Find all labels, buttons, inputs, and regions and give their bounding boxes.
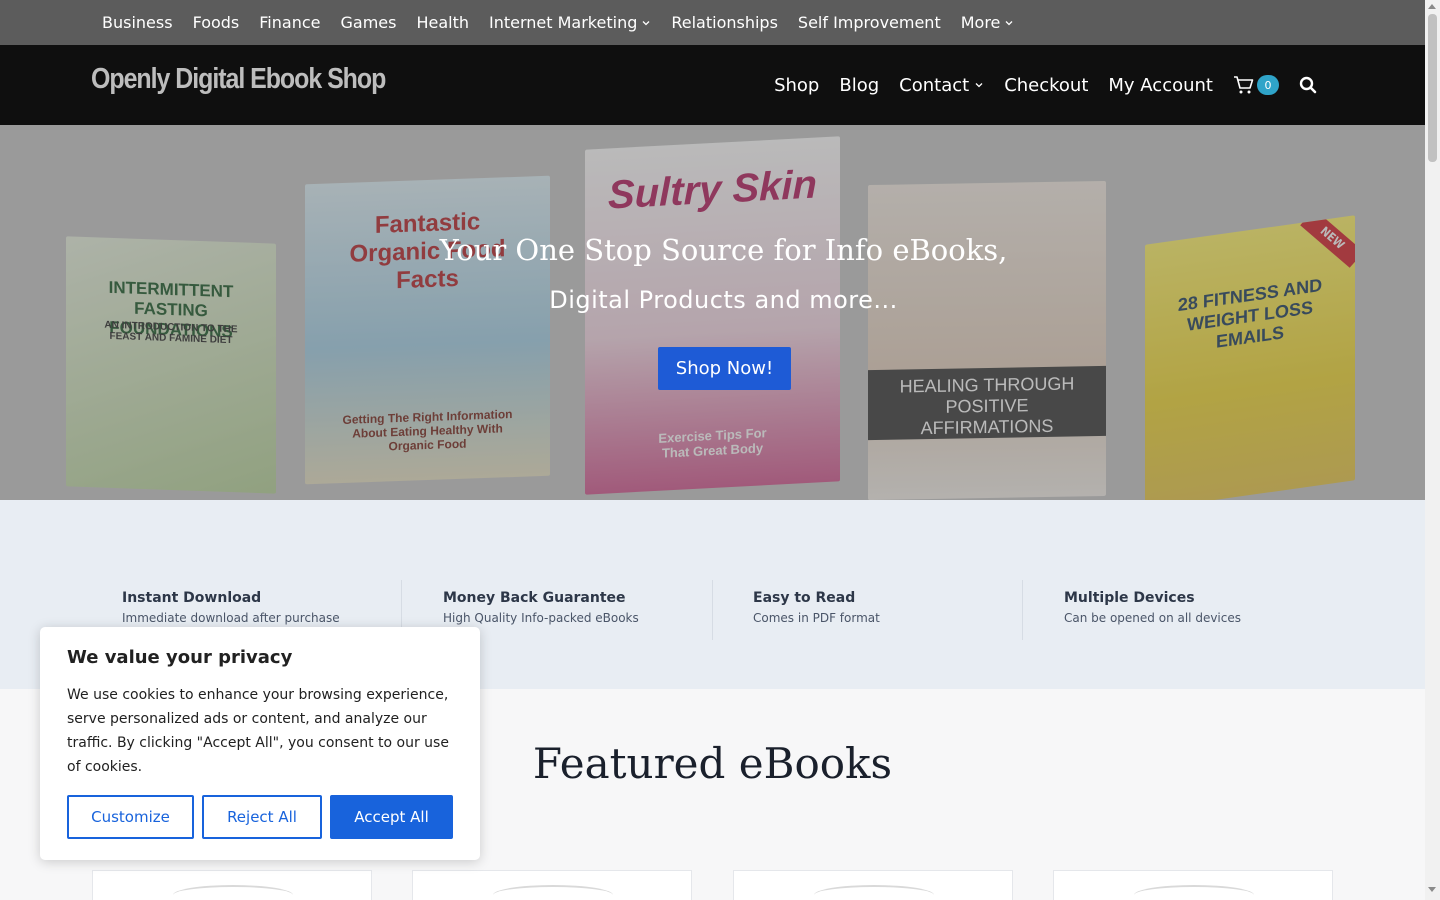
main-nav: Shop Blog Contact Checkout My Account 0 [764, 45, 1327, 125]
site-logo[interactable]: Openly Digital Ebook Shop [91, 63, 386, 96]
nav-checkout[interactable]: Checkout [994, 75, 1098, 96]
chevron-down-icon [1005, 20, 1013, 25]
category-label: Games [340, 13, 397, 32]
chevron-down-icon [975, 83, 983, 88]
nav-label: Shop [774, 74, 820, 96]
feature-easy-to-read: Easy to Read Comes in PDF format [753, 580, 880, 640]
category-foods[interactable]: Foods [183, 13, 250, 32]
feature-desc: Can be opened on all devices [1064, 611, 1241, 625]
nav-label: Blog [839, 74, 880, 96]
book-thumbnail [173, 885, 293, 900]
hero-title: Your One Stop Source for Info eBooks, [439, 233, 1008, 267]
feature-title: Instant Download [122, 590, 262, 606]
cart-button[interactable]: 0 [1223, 75, 1289, 95]
category-self-improvement[interactable]: Self Improvement [788, 13, 951, 32]
category-label: More [960, 13, 1001, 32]
product-card[interactable] [92, 870, 372, 900]
category-relationships[interactable]: Relationships [661, 13, 788, 32]
nav-label: Contact [899, 74, 970, 96]
category-label: Self Improvement [797, 13, 941, 32]
feature-desc: Immediate download after purchase [122, 611, 340, 625]
feature-desc: High Quality Info-packed eBooks [443, 611, 639, 625]
search-button[interactable] [1289, 76, 1327, 94]
category-label: Business [102, 13, 173, 32]
category-label: Relationships [671, 13, 778, 32]
scroll-down-arrow-icon[interactable] [1428, 887, 1436, 892]
category-health[interactable]: Health [406, 13, 479, 32]
divider [712, 580, 713, 640]
nav-contact[interactable]: Contact [889, 75, 994, 96]
top-category-bar: Business Foods Finance Games Health Inte… [0, 0, 1425, 45]
cart-icon [1234, 76, 1254, 94]
feature-title: Easy to Read [753, 590, 856, 606]
scroll-up-arrow-icon[interactable] [1428, 4, 1436, 9]
category-finance[interactable]: Finance [249, 13, 330, 32]
book-thumbnail [493, 885, 613, 900]
category-internet-marketing[interactable]: Internet Marketing [479, 13, 661, 32]
book-thumbnail [814, 885, 934, 900]
nav-shop[interactable]: Shop [764, 75, 829, 96]
scroll-thumb[interactable] [1428, 14, 1437, 162]
nav-label: My Account [1108, 74, 1213, 96]
category-label: Foods [192, 13, 240, 32]
product-card[interactable] [412, 870, 692, 900]
category-label: Finance [259, 13, 321, 32]
site-header: Openly Digital Ebook Shop Shop Blog Cont… [0, 45, 1425, 125]
book-thumbnail [1134, 885, 1254, 900]
page-scrollbar[interactable] [1425, 0, 1440, 900]
search-icon [1299, 76, 1317, 94]
category-label: Health [416, 13, 469, 32]
customize-button[interactable]: Customize [67, 795, 194, 839]
feature-desc: Comes in PDF format [753, 611, 880, 625]
cookie-text: We use cookies to enhance your browsing … [67, 687, 449, 775]
feature-title: Multiple Devices [1064, 590, 1195, 606]
accept-all-button[interactable]: Accept All [330, 795, 453, 839]
feature-multiple-devices: Multiple Devices Can be opened on all de… [1064, 580, 1241, 640]
category-nav: Business Foods Finance Games Health Inte… [92, 0, 1024, 45]
nav-label: Checkout [1004, 74, 1089, 96]
chevron-down-icon [642, 20, 650, 25]
feature-title: Money Back Guarantee [443, 590, 626, 606]
cookie-consent-banner: We value your privacy We use cookies to … [40, 627, 480, 860]
nav-my-account[interactable]: My Account [1098, 75, 1223, 96]
product-card[interactable] [1053, 870, 1333, 900]
cookie-title: We value your privacy [67, 647, 293, 668]
category-business[interactable]: Business [92, 13, 183, 32]
cart-count-badge: 0 [1257, 75, 1279, 95]
category-label: Internet Marketing [489, 13, 638, 32]
divider [1022, 580, 1023, 640]
shop-now-button[interactable]: Shop Now! [658, 347, 791, 390]
product-card[interactable] [733, 870, 1013, 900]
hero-banner: INTERMITTENT FASTING FOUNDATIONS AN INTR… [0, 125, 1425, 500]
category-games[interactable]: Games [330, 13, 406, 32]
category-more[interactable]: More [951, 13, 1025, 32]
nav-blog[interactable]: Blog [829, 75, 889, 96]
hero-subtitle: Digital Products and more... [549, 286, 898, 314]
reject-all-button[interactable]: Reject All [202, 795, 322, 839]
